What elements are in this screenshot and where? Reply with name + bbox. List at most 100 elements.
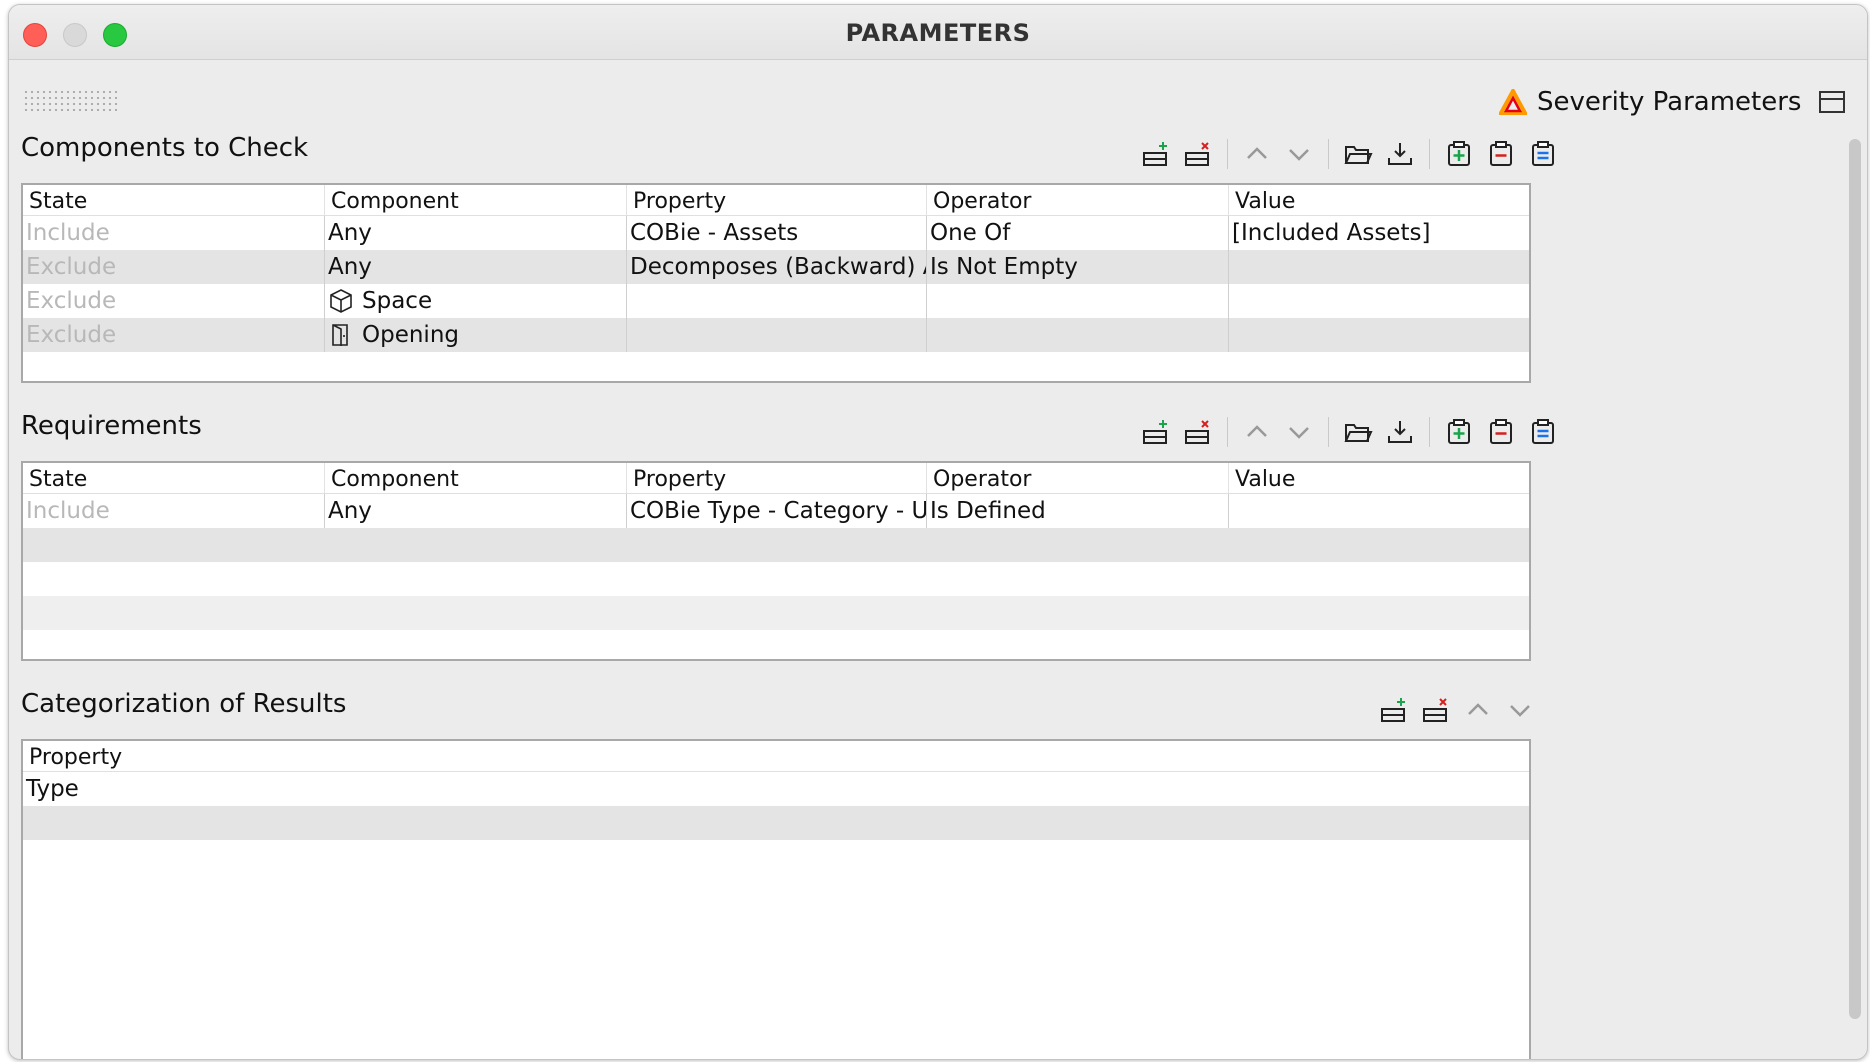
move-down-icon xyxy=(1289,149,1309,161)
add-row-icon xyxy=(1381,698,1405,722)
operator-cell[interactable] xyxy=(927,318,1229,352)
add-row-icon xyxy=(1143,142,1167,166)
components-toolbar xyxy=(1135,137,1564,171)
remove-clipboard-button[interactable] xyxy=(1484,415,1518,449)
parameters-window: PARAMETERS Severity Parameters Component… xyxy=(8,4,1868,1060)
equal-clipboard-button[interactable] xyxy=(1526,137,1560,171)
vertical-scrollbar[interactable] xyxy=(1849,139,1861,1019)
drag-handle[interactable] xyxy=(23,89,119,111)
add-row-icon xyxy=(1143,420,1167,444)
add-clipboard-icon xyxy=(1448,141,1470,166)
component-cell[interactable]: Opening xyxy=(325,318,627,352)
remove-row-icon xyxy=(1185,420,1209,444)
column-header-value[interactable]: Value xyxy=(1229,463,1529,493)
requirements-table: State Component Property Operator Value … xyxy=(21,461,1531,661)
requirements-toolbar xyxy=(1135,415,1564,449)
column-header-operator[interactable]: Operator xyxy=(927,463,1229,493)
download-button[interactable] xyxy=(1383,415,1417,449)
download-button[interactable] xyxy=(1383,137,1417,171)
operator-cell[interactable] xyxy=(927,284,1229,318)
column-header-state[interactable]: State xyxy=(23,463,325,493)
operator-cell[interactable]: Is Defined xyxy=(927,494,1229,528)
move-up-icon xyxy=(1247,147,1267,159)
component-cell[interactable]: Any xyxy=(325,250,627,284)
categorization-toolbar xyxy=(1373,693,1541,727)
column-header-operator[interactable]: Operator xyxy=(927,185,1229,215)
state-cell[interactable]: Include xyxy=(23,494,325,528)
value-cell[interactable] xyxy=(1229,284,1529,318)
open-button[interactable] xyxy=(1341,137,1375,171)
component-cell[interactable]: Any xyxy=(325,216,627,250)
move-down-button[interactable] xyxy=(1503,693,1537,727)
property-cell[interactable]: Decomposes (Backward) Any xyxy=(627,250,927,284)
property-cell[interactable]: Type xyxy=(23,772,1529,806)
value-cell[interactable] xyxy=(1229,494,1529,528)
table-row[interactable]: Type xyxy=(23,772,1529,806)
remove-clipboard-icon xyxy=(1490,141,1512,166)
value-cell[interactable]: [Included Assets] xyxy=(1229,216,1529,250)
remove-clipboard-button[interactable] xyxy=(1484,137,1518,171)
download-icon xyxy=(1388,421,1412,443)
table-header: State Component Property Operator Value xyxy=(23,185,1529,216)
empty-row xyxy=(23,806,1529,840)
operator-cell[interactable]: One Of xyxy=(927,216,1229,250)
state-cell[interactable]: Exclude xyxy=(23,318,325,352)
table-row[interactable]: Include Any COBie - Assets One Of [Inclu… xyxy=(23,216,1529,250)
move-up-icon xyxy=(1468,703,1488,715)
severity-parameters-button[interactable]: Severity Parameters xyxy=(1499,87,1801,117)
value-cell[interactable] xyxy=(1229,250,1529,284)
operator-cell[interactable]: Is Not Empty xyxy=(927,250,1229,284)
column-header-state[interactable]: State xyxy=(23,185,325,215)
move-up-button[interactable] xyxy=(1240,415,1274,449)
column-header-component[interactable]: Component xyxy=(325,185,627,215)
table-row[interactable]: Include Any COBie Type - Category - Un..… xyxy=(23,494,1529,528)
move-up-button[interactable] xyxy=(1240,137,1274,171)
column-header-value[interactable]: Value xyxy=(1229,185,1529,215)
title-bar: PARAMETERS xyxy=(9,5,1867,60)
property-cell[interactable] xyxy=(627,318,927,352)
value-cell[interactable] xyxy=(1229,318,1529,352)
open-folder-icon xyxy=(1344,146,1373,164)
component-label: Space xyxy=(362,288,433,314)
remove-clipboard-icon xyxy=(1490,419,1512,444)
equal-clipboard-icon xyxy=(1532,141,1554,166)
column-header-property[interactable]: Property xyxy=(627,463,927,493)
add-row-button[interactable] xyxy=(1377,693,1411,727)
property-cell[interactable]: COBie - Assets xyxy=(627,216,927,250)
state-cell[interactable]: Exclude xyxy=(23,284,325,318)
equal-clipboard-icon xyxy=(1532,419,1554,444)
table-row[interactable]: Exclude Opening xyxy=(23,318,1529,352)
categorization-table: Property Type xyxy=(21,739,1531,1059)
column-header-component[interactable]: Component xyxy=(325,463,627,493)
property-cell[interactable] xyxy=(627,284,927,318)
remove-row-button[interactable] xyxy=(1419,693,1453,727)
remove-row-button[interactable] xyxy=(1181,137,1215,171)
empty-row xyxy=(23,596,1529,630)
empty-row xyxy=(23,528,1529,562)
state-cell[interactable]: Exclude xyxy=(23,250,325,284)
add-row-button[interactable] xyxy=(1139,415,1173,449)
panel-layout-icon[interactable] xyxy=(1819,91,1845,113)
equal-clipboard-button[interactable] xyxy=(1526,415,1560,449)
door-icon xyxy=(332,324,348,346)
property-cell[interactable]: COBie Type - Category - Un... xyxy=(627,494,927,528)
table-row[interactable]: Exclude Any Decomposes (Backward) Any Is… xyxy=(23,250,1529,284)
download-icon xyxy=(1388,143,1412,165)
column-header-property[interactable]: Property xyxy=(627,185,927,215)
move-up-icon xyxy=(1247,425,1267,437)
remove-row-button[interactable] xyxy=(1181,415,1215,449)
open-button[interactable] xyxy=(1341,415,1375,449)
add-row-button[interactable] xyxy=(1139,137,1173,171)
add-clipboard-button[interactable] xyxy=(1442,415,1476,449)
table-row[interactable]: Exclude Space xyxy=(23,284,1529,318)
column-header-property[interactable]: Property xyxy=(23,741,1529,771)
cube-icon xyxy=(330,289,352,313)
move-down-button[interactable] xyxy=(1282,415,1316,449)
remove-row-icon xyxy=(1423,698,1447,722)
component-cell[interactable]: Space xyxy=(325,284,627,318)
move-up-button[interactable] xyxy=(1461,693,1495,727)
move-down-button[interactable] xyxy=(1282,137,1316,171)
add-clipboard-button[interactable] xyxy=(1442,137,1476,171)
state-cell[interactable]: Include xyxy=(23,216,325,250)
component-cell[interactable]: Any xyxy=(325,494,627,528)
